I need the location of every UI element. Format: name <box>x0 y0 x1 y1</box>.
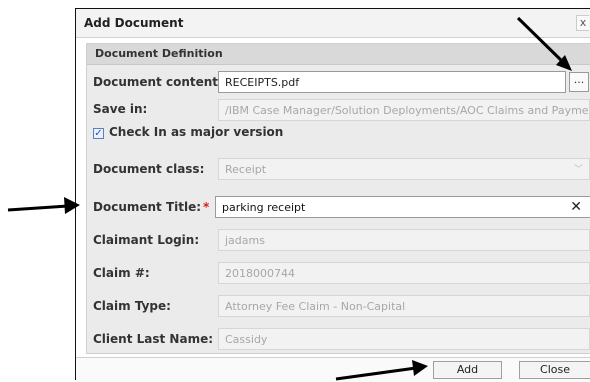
arrow-to-title-head <box>64 197 80 214</box>
annotation-arrows <box>7 16 572 381</box>
arrow-to-add <box>335 366 417 381</box>
arrow-to-title <box>7 204 69 212</box>
arrow-to-browse <box>516 16 567 66</box>
arrow-to-add-head <box>412 360 428 376</box>
